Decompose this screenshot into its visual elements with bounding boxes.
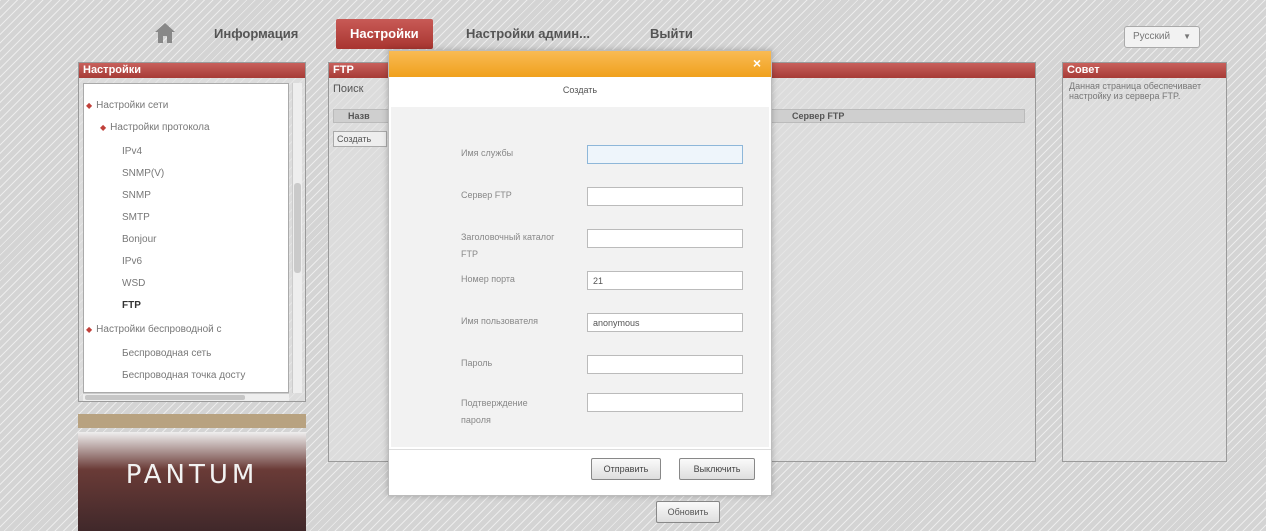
brand-banner: PANTUM	[78, 432, 306, 531]
refresh-button[interactable]: Обновить	[656, 501, 720, 523]
tree-item[interactable]: SMTP	[122, 212, 150, 223]
tree-item-selected[interactable]: FTP	[122, 300, 141, 311]
username-label: Имя пользователя	[461, 316, 539, 326]
settings-panel: Настройки ◆ Настройки сети ◆ Настройки про…	[78, 62, 306, 402]
dialog-title-bar: ×	[389, 51, 771, 77]
bullet-icon: ◆	[86, 101, 93, 110]
tree-item[interactable]: WSD	[122, 278, 145, 289]
ftp-directory-label: Заголовочный каталог FTP	[461, 232, 555, 259]
vertical-scrollbar[interactable]	[292, 83, 302, 393]
language-select[interactable]: Русский ▼	[1124, 26, 1200, 48]
confirm-password-input[interactable]	[587, 393, 743, 412]
chevron-down-icon: ▼	[1183, 32, 1191, 41]
home-icon[interactable]	[152, 20, 178, 46]
divider-bar	[78, 414, 306, 428]
port-number-label: Номер порта	[461, 274, 515, 284]
tree-item[interactable]: ◆ Настройки беспроводной с	[86, 324, 222, 335]
search-label: Поиск	[333, 83, 364, 95]
service-name-input[interactable]	[587, 145, 743, 164]
tree-item[interactable]: ◆ Настройки протокола	[100, 122, 210, 133]
close-icon[interactable]: ×	[753, 55, 761, 71]
create-ftp-dialog: × Создать Имя службы Сервер FTP Заголово…	[388, 50, 772, 496]
nav-information[interactable]: Информация	[200, 19, 312, 49]
settings-tree: ◆ Настройки сети ◆ Настройки протокола IPv…	[83, 83, 289, 393]
tip-panel-title: Совет	[1063, 63, 1226, 78]
column-ftp-server: Сервер FTP	[792, 111, 845, 121]
tree-item[interactable]: SNMP	[122, 190, 151, 201]
password-input[interactable]	[587, 355, 743, 374]
nav-logout[interactable]: Выйти	[636, 19, 707, 49]
tree-item[interactable]: SNMP(V)	[122, 168, 164, 179]
password-label: Пароль	[461, 358, 493, 368]
language-value: Русский	[1133, 31, 1171, 42]
dialog-title: Создать	[562, 85, 598, 95]
bullet-icon: ◆	[100, 123, 107, 132]
horizontal-scrollbar[interactable]	[83, 393, 289, 401]
service-name-label: Имя службы	[461, 148, 514, 158]
hscroll-thumb[interactable]	[85, 395, 245, 400]
username-input[interactable]	[587, 313, 743, 332]
cancel-button[interactable]: Выключить	[679, 458, 755, 480]
column-name: Назв	[348, 111, 370, 121]
dialog-body: Имя службы Сервер FTP Заголовочный катал…	[391, 107, 769, 447]
nav-settings[interactable]: Настройки	[336, 19, 433, 49]
dialog-footer: Отправить Выключить	[389, 449, 771, 495]
port-number-input[interactable]	[587, 271, 743, 290]
tree-item[interactable]: ◆ Настройки сети	[86, 100, 168, 111]
bullet-icon: ◆	[86, 325, 93, 334]
tree-item[interactable]: Беспроводная точка досту	[122, 370, 245, 381]
tip-panel: Совет Данная страница обеспечивает настр…	[1062, 62, 1227, 462]
top-navigation: Информация Настройки Настройки админ... …	[0, 6, 1266, 52]
tree-item[interactable]: IPv4	[122, 146, 142, 157]
settings-panel-title: Настройки	[79, 63, 305, 78]
create-button[interactable]: Создать	[333, 131, 387, 147]
tree-item[interactable]: Bonjour	[122, 234, 156, 245]
tree-item[interactable]: Беспроводная сеть	[122, 348, 211, 359]
scroll-thumb[interactable]	[294, 183, 301, 273]
ftp-server-label: Сервер FTP	[461, 190, 512, 200]
submit-button[interactable]: Отправить	[591, 458, 661, 480]
ftp-server-input[interactable]	[587, 187, 743, 206]
tip-text: Данная страница обеспечивает настройку и…	[1069, 81, 1202, 101]
tree-item[interactable]: IPv6	[122, 256, 142, 267]
pantum-logo: PANTUM	[125, 460, 259, 490]
nav-admin-settings[interactable]: Настройки админ...	[452, 19, 604, 49]
confirm-password-label: Подтверждение пароля	[461, 398, 528, 425]
ftp-directory-input[interactable]	[587, 229, 743, 248]
